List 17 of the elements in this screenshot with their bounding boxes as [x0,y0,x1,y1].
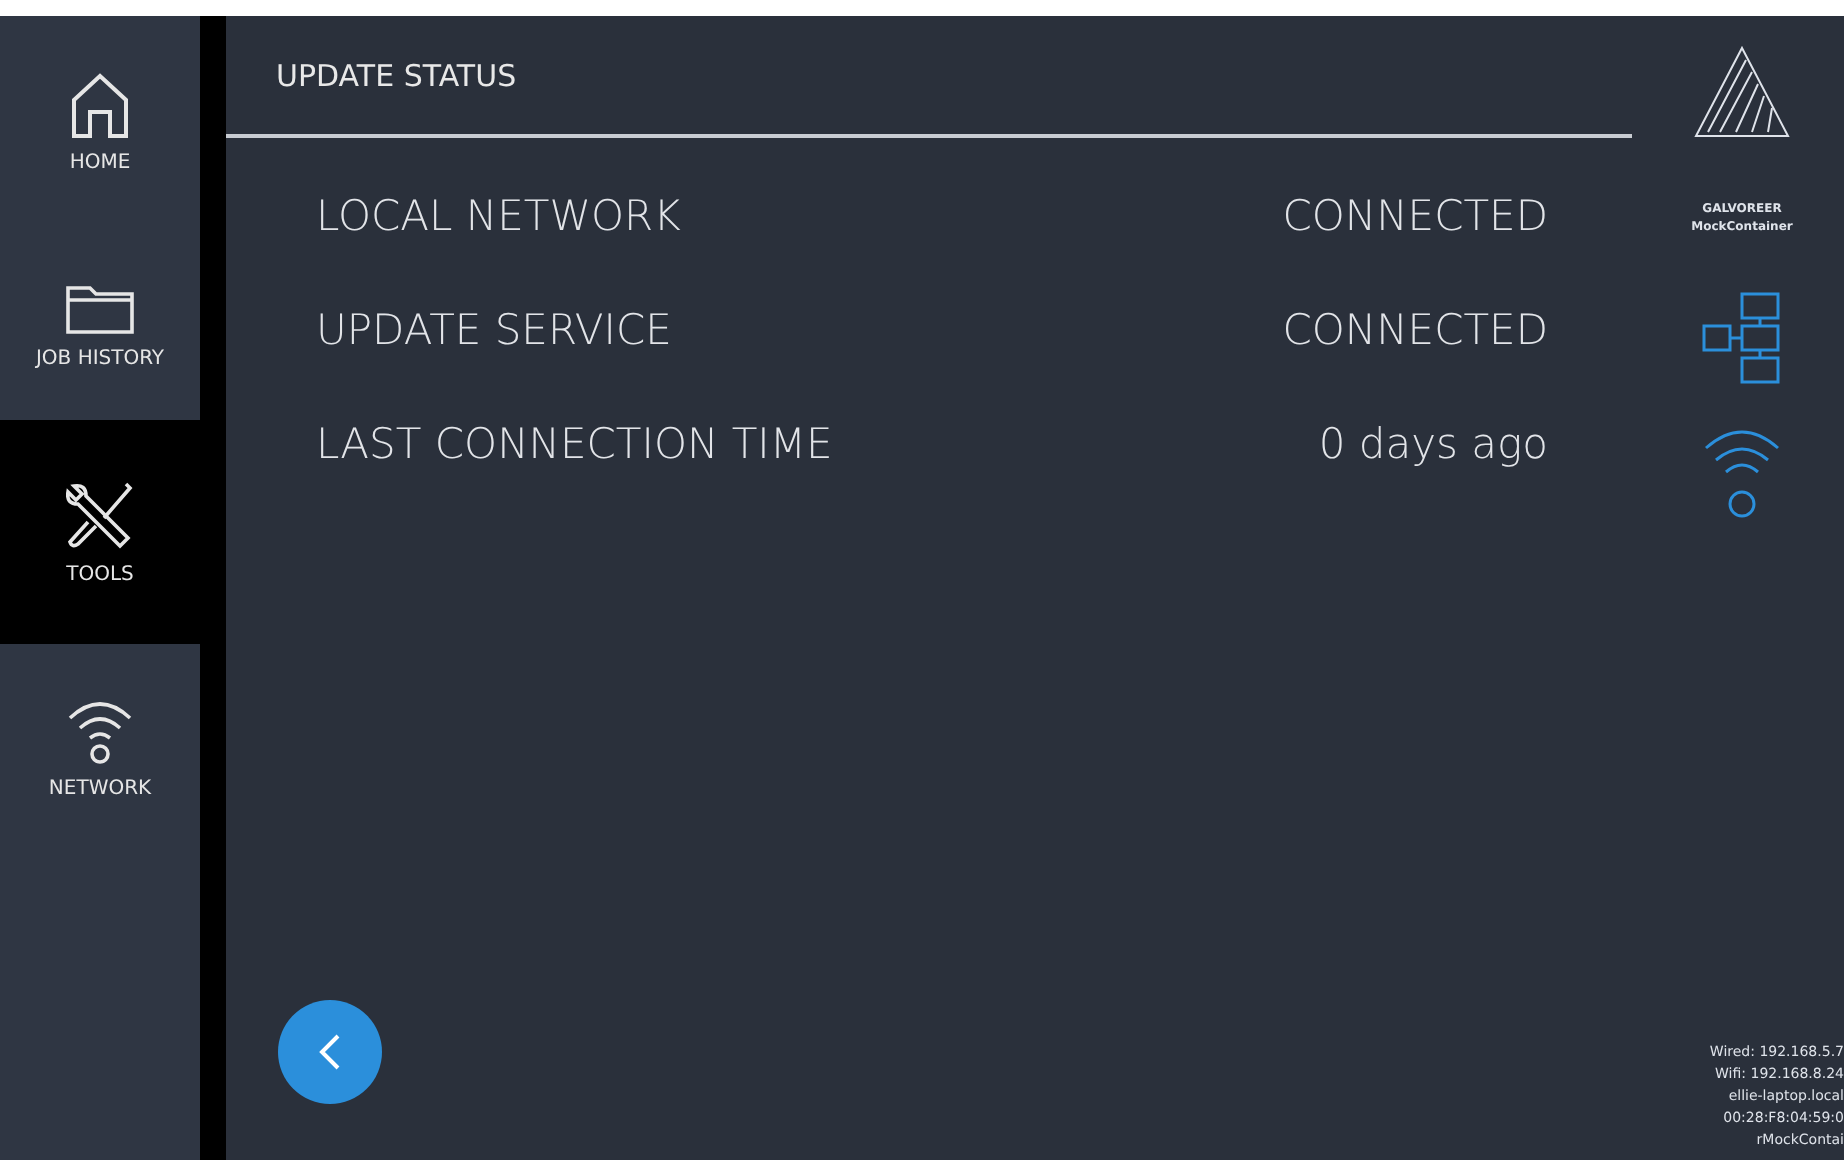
status-label: LAST CONNECTION TIME [316,419,833,467]
status-value: CONNECTED [1282,305,1548,353]
status-value: 0 days ago [1318,419,1548,467]
status-value: CONNECTED [1282,191,1548,239]
page-title: UPDATE STATUS [276,57,517,93]
sidebar-item[interactable]: TOOLS [0,420,200,644]
sidebar-item[interactable]: NETWORK [0,644,200,850]
network-diagram-icon [1702,292,1782,384]
chevron-left-icon [318,1032,342,1072]
status-label: LOCAL NETWORK [316,191,681,239]
sidebar-item[interactable]: HOME [0,16,200,230]
back-button[interactable] [278,1000,382,1104]
folder-icon [64,280,136,336]
sidebar-item[interactable]: JOB HISTORY [0,230,200,420]
home-icon [70,72,130,140]
tools-icon [66,479,134,551]
status-label: UPDATE SERVICE [316,305,672,353]
